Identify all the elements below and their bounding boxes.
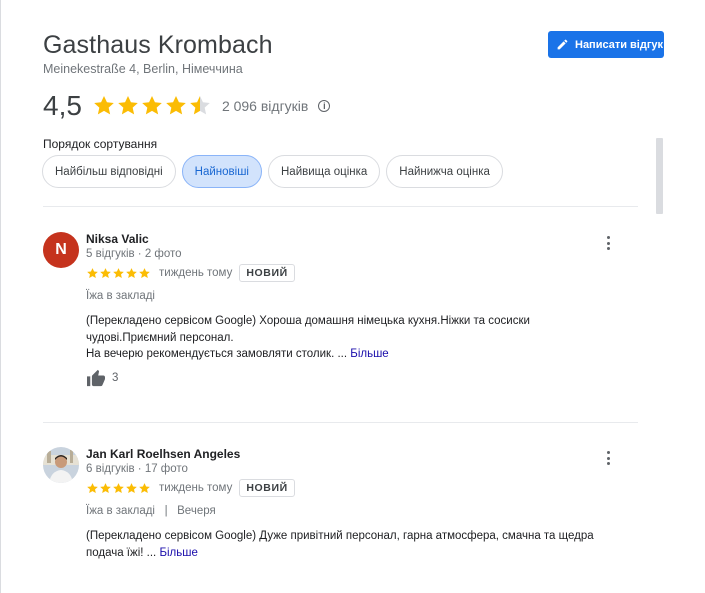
review-text: (Перекладено сервісом Google) Хороша дом… bbox=[86, 313, 616, 363]
sort-chip-most-relevant[interactable]: Найбільш відповідні bbox=[42, 155, 176, 188]
review-time: тиждень тому bbox=[159, 267, 233, 279]
review-stars bbox=[86, 482, 151, 495]
star-icon bbox=[118, 96, 138, 115]
more-vert-icon[interactable] bbox=[602, 234, 614, 252]
star-icon bbox=[87, 267, 98, 278]
new-badge: НОВИЙ bbox=[239, 264, 295, 282]
like-count: 3 bbox=[112, 372, 119, 384]
info-icon[interactable]: i bbox=[318, 100, 331, 112]
avatar-initial: N bbox=[55, 241, 67, 258]
average-rating: 4,5 bbox=[43, 90, 82, 121]
star-icon bbox=[113, 267, 124, 278]
review-count[interactable]: 2 096 відгуків bbox=[222, 98, 308, 114]
review-tag: Їжа в закладі | Вечеря bbox=[86, 505, 216, 517]
star-icon bbox=[87, 482, 98, 493]
review-author[interactable]: Jan Karl Roelhsen Angeles bbox=[86, 447, 240, 461]
avatar[interactable]: N bbox=[43, 232, 79, 268]
place-title: Gasthaus Krombach bbox=[43, 31, 273, 59]
review-text: (Перекладено сервісом Google) Дуже приві… bbox=[86, 528, 616, 561]
new-badge: НОВИЙ bbox=[239, 479, 295, 497]
star-icon bbox=[94, 96, 114, 115]
star-icon bbox=[142, 96, 162, 115]
divider bbox=[43, 422, 638, 423]
more-vert-icon[interactable] bbox=[602, 449, 614, 467]
star-icon bbox=[113, 482, 124, 493]
star-icon bbox=[126, 267, 137, 278]
star-icon bbox=[126, 482, 137, 493]
sort-chip-lowest[interactable]: Найнижча оцінка bbox=[386, 155, 503, 188]
review-author[interactable]: Niksa Valic bbox=[86, 232, 149, 246]
sort-chip-newest[interactable]: Найновіші bbox=[181, 155, 262, 188]
like-button[interactable]: 3 bbox=[86, 369, 118, 387]
review-author-meta: 5 відгуків · 2 фото bbox=[86, 248, 182, 260]
review-text-line: подача їжі! ... bbox=[86, 546, 157, 559]
thumb-up-icon bbox=[87, 369, 105, 387]
star-icon bbox=[166, 96, 186, 115]
more-link[interactable]: Більше bbox=[159, 547, 197, 559]
write-review-label: Написати відгук bbox=[575, 38, 664, 51]
sort-chip-highest[interactable]: Найвища оцінка bbox=[268, 155, 381, 188]
star-icon bbox=[139, 482, 150, 493]
star-icon bbox=[190, 96, 210, 115]
review-text-line: (Перекладено сервісом Google) Дуже приві… bbox=[86, 530, 594, 542]
avatar[interactable] bbox=[43, 447, 79, 483]
review-text-line: На вечерю рекомендується замовляти столи… bbox=[86, 348, 348, 360]
sort-label: Порядок сортування bbox=[43, 137, 158, 151]
review-time: тиждень тому bbox=[159, 482, 233, 494]
rating-summary: 4,5 2 096 відгуків i bbox=[43, 88, 331, 124]
avatar-photo bbox=[43, 447, 79, 483]
scrollbar-thumb[interactable] bbox=[656, 138, 663, 214]
star-icon bbox=[139, 267, 150, 278]
review-tag: Їжа в закладі bbox=[86, 290, 155, 302]
star-icon bbox=[100, 267, 111, 278]
more-link[interactable]: Більше bbox=[350, 348, 388, 360]
review-author-meta: 6 відгуків · 17 фото bbox=[86, 463, 188, 475]
divider bbox=[43, 206, 638, 207]
place-address: Meinekestraße 4, Berlin, Німеччина bbox=[43, 62, 243, 76]
edit-pencil-icon bbox=[557, 39, 568, 50]
write-review-button[interactable]: Написати відгук bbox=[548, 31, 664, 58]
review-text-line: (Перекладено сервісом Google) Хороша дом… bbox=[86, 315, 530, 327]
sort-chips: Найбільш відповідні Найновіші Найвища оц… bbox=[42, 155, 509, 188]
star-icon bbox=[100, 482, 111, 493]
window-left-border bbox=[0, 0, 1, 593]
review-text-line: чудові.Приємний персонал. bbox=[86, 331, 234, 344]
rating-stars bbox=[92, 94, 212, 118]
review-stars bbox=[86, 267, 151, 280]
